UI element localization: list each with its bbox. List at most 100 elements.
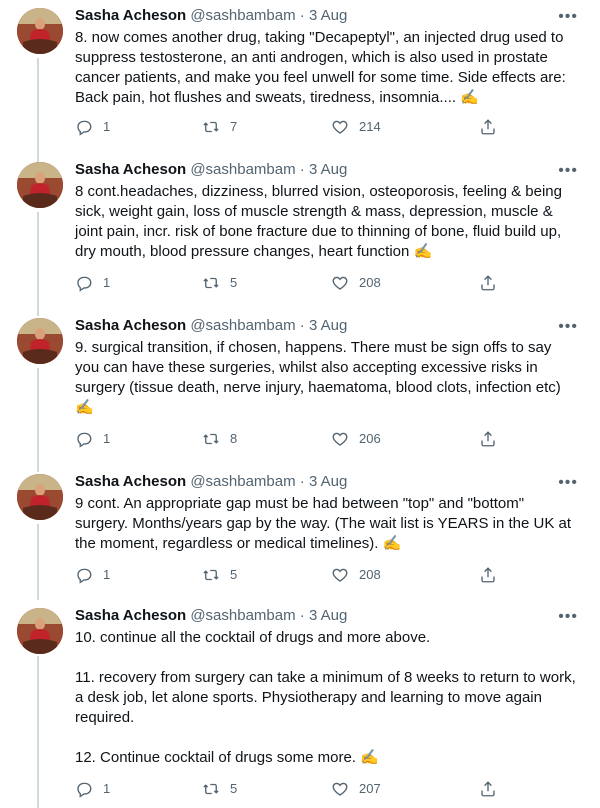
avatar-image bbox=[17, 318, 63, 364]
retweet-count: 7 bbox=[230, 119, 238, 134]
action-bar: 1 7 214 bbox=[75, 118, 575, 138]
tweet-text: 8. now comes another drug, taking "Decap… bbox=[75, 28, 580, 108]
tweet-date[interactable]: 3 Aug bbox=[309, 317, 347, 334]
tweet-text-line: 11. recovery from surgery can take a min… bbox=[75, 669, 576, 686]
reply-button[interactable]: 1 bbox=[75, 274, 110, 292]
tweet-header: Sasha Acheson @sashbambam · 3 Aug bbox=[75, 606, 347, 626]
tweet-text-line bbox=[75, 648, 580, 668]
tweet-text-line: 12. Continue cocktail of drugs some more… bbox=[75, 749, 379, 766]
author-name[interactable]: Sasha Acheson bbox=[75, 317, 186, 334]
avatar-image bbox=[17, 8, 63, 54]
author-handle[interactable]: @sashbambam bbox=[190, 7, 295, 24]
retweet-button[interactable]: 5 bbox=[202, 780, 237, 798]
tweet-text-line: sick, weight gain, loss of muscle streng… bbox=[75, 203, 553, 220]
reply-button[interactable]: 1 bbox=[75, 430, 110, 448]
like-icon bbox=[332, 276, 348, 290]
tweet-date[interactable]: 3 Aug bbox=[309, 473, 347, 490]
share-button[interactable] bbox=[479, 118, 507, 136]
avatar[interactable] bbox=[17, 608, 63, 654]
share-button[interactable] bbox=[479, 566, 507, 584]
share-button[interactable] bbox=[479, 780, 507, 798]
author-handle[interactable]: @sashbambam bbox=[190, 473, 295, 490]
author-name[interactable]: Sasha Acheson bbox=[75, 473, 186, 490]
like-count: 214 bbox=[359, 119, 381, 134]
tweet-text-line: surgery (tissue death, nerve injury, hae… bbox=[75, 379, 561, 396]
retweet-count: 5 bbox=[230, 275, 238, 290]
retweet-button[interactable]: 5 bbox=[202, 566, 237, 584]
avatar-image bbox=[17, 474, 63, 520]
share-icon bbox=[481, 431, 495, 447]
action-bar: 1 8 206 bbox=[75, 430, 575, 450]
tweet-text-line: required. bbox=[75, 709, 135, 726]
tweet-text-line: suppress testosterone, an anti androgen,… bbox=[75, 49, 548, 66]
like-button[interactable]: 208 bbox=[331, 566, 381, 584]
reply-count: 1 bbox=[103, 567, 111, 582]
like-button[interactable]: 206 bbox=[331, 430, 381, 448]
retweet-count: 5 bbox=[230, 567, 238, 582]
tweet-text-line: ✍️ bbox=[75, 399, 94, 416]
retweet-button[interactable]: 7 bbox=[202, 118, 237, 136]
avatar[interactable] bbox=[17, 318, 63, 364]
like-button[interactable]: 207 bbox=[331, 780, 381, 798]
tweet-text-line: 10. continue all the cocktail of drugs a… bbox=[75, 629, 431, 646]
tweet-header: Sasha Acheson @sashbambam · 3 Aug bbox=[75, 6, 347, 26]
share-button[interactable] bbox=[479, 430, 507, 448]
more-options-icon[interactable]: ••• bbox=[558, 475, 578, 491]
more-options-icon[interactable]: ••• bbox=[558, 9, 578, 25]
reply-button[interactable]: 1 bbox=[75, 118, 110, 136]
tweet-text-line: joint pain, incr. risk of bone fracture … bbox=[75, 223, 562, 240]
author-handle[interactable]: @sashbambam bbox=[190, 317, 295, 334]
tweet-date[interactable]: 3 Aug bbox=[309, 607, 347, 624]
share-icon bbox=[481, 119, 495, 135]
thread-line bbox=[37, 58, 39, 162]
reply-count: 1 bbox=[103, 781, 111, 796]
retweet-button[interactable]: 8 bbox=[202, 430, 237, 448]
separator: · bbox=[295, 473, 309, 490]
reply-count: 1 bbox=[103, 275, 111, 290]
share-icon bbox=[481, 781, 495, 797]
reply-icon bbox=[77, 568, 92, 584]
tweet-text-line: 9 cont. An appropriate gap must be had b… bbox=[75, 495, 525, 512]
tweet-text-line: cancer patients, and make you feel unwel… bbox=[75, 69, 566, 86]
thread-line bbox=[37, 524, 39, 600]
author-name[interactable]: Sasha Acheson bbox=[75, 7, 186, 24]
reply-button[interactable]: 1 bbox=[75, 566, 110, 584]
action-bar: 1 5 208 bbox=[75, 274, 575, 294]
author-name[interactable]: Sasha Acheson bbox=[75, 161, 186, 178]
share-icon bbox=[481, 567, 495, 583]
more-options-icon[interactable]: ••• bbox=[558, 319, 578, 335]
tweet-text-line: surgery. Months/years gap by the way. (T… bbox=[75, 515, 572, 532]
like-count: 208 bbox=[359, 275, 381, 290]
like-button[interactable]: 208 bbox=[331, 274, 381, 292]
more-options-icon[interactable]: ••• bbox=[558, 609, 578, 625]
avatar-image bbox=[17, 162, 63, 208]
author-name[interactable]: Sasha Acheson bbox=[75, 607, 186, 624]
share-icon bbox=[481, 275, 495, 291]
like-icon bbox=[332, 782, 348, 796]
avatar[interactable] bbox=[17, 8, 63, 54]
separator: · bbox=[295, 7, 309, 24]
like-count: 206 bbox=[359, 431, 381, 446]
avatar[interactable] bbox=[17, 162, 63, 208]
tweet-date[interactable]: 3 Aug bbox=[309, 7, 347, 24]
author-handle[interactable]: @sashbambam bbox=[190, 161, 295, 178]
more-options-icon[interactable]: ••• bbox=[558, 163, 578, 179]
like-button[interactable]: 214 bbox=[331, 118, 381, 136]
author-handle[interactable]: @sashbambam bbox=[190, 607, 295, 624]
tweet-date[interactable]: 3 Aug bbox=[309, 161, 347, 178]
reply-icon bbox=[77, 432, 92, 448]
tweet-text: 10. continue all the cocktail of drugs a… bbox=[75, 628, 580, 768]
retweet-icon bbox=[203, 121, 219, 133]
thread-line bbox=[37, 368, 39, 472]
tweet-text-line: a desk job, let alone sports. Physiother… bbox=[75, 689, 542, 706]
avatar[interactable] bbox=[17, 474, 63, 520]
retweet-button[interactable]: 5 bbox=[202, 274, 237, 292]
reply-icon bbox=[77, 782, 92, 798]
reply-icon bbox=[77, 120, 92, 136]
tweet-text-line: the moment, regardless or medical timeli… bbox=[75, 535, 402, 552]
reply-button[interactable]: 1 bbox=[75, 780, 110, 798]
tweet-text-line: 8 cont.headaches, dizziness, blurred vis… bbox=[75, 183, 562, 200]
share-button[interactable] bbox=[479, 274, 507, 292]
separator: · bbox=[295, 317, 309, 334]
retweet-icon bbox=[203, 569, 219, 581]
